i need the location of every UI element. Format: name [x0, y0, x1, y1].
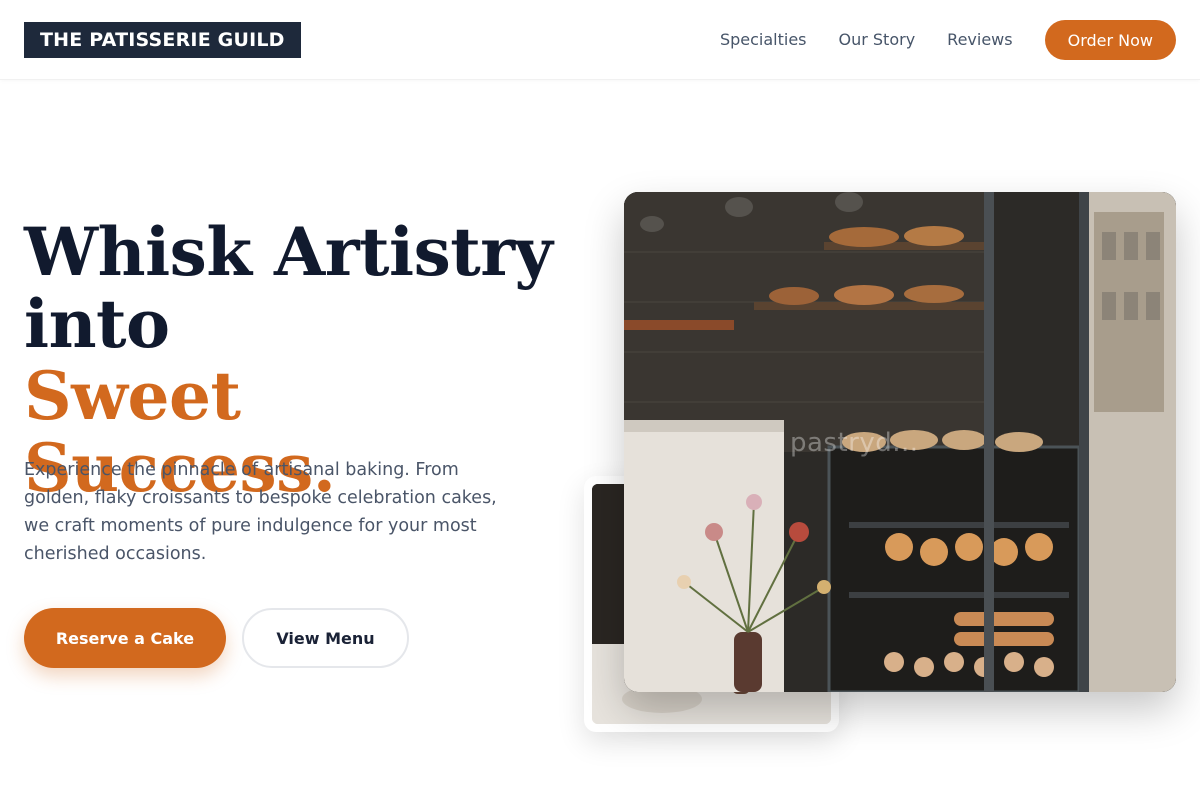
- hero-description: Experience the pinnacle of artisanal bak…: [24, 460, 497, 564]
- nav-link-specialties[interactable]: Specialties: [720, 20, 807, 60]
- brand-logo[interactable]: THE PATISSERIE GUILD: [24, 22, 301, 58]
- site-header: THE PATISSERIE GUILD Specialties Our Sto…: [0, 0, 1200, 80]
- order-now-button[interactable]: Order Now: [1044, 20, 1176, 60]
- image-watermark: pastryd...: [790, 428, 919, 458]
- view-menu-button[interactable]: View Menu: [242, 608, 409, 668]
- nav-link-reviews[interactable]: Reviews: [947, 20, 1012, 60]
- reserve-cake-button[interactable]: Reserve a Cake: [24, 608, 226, 668]
- main-nav: Specialties Our Story Reviews Order Now: [720, 20, 1176, 60]
- headline-line-1: Whisk Artistry: [24, 213, 553, 291]
- headline-line-2: into: [24, 285, 170, 363]
- nav-link-our-story[interactable]: Our Story: [839, 20, 916, 60]
